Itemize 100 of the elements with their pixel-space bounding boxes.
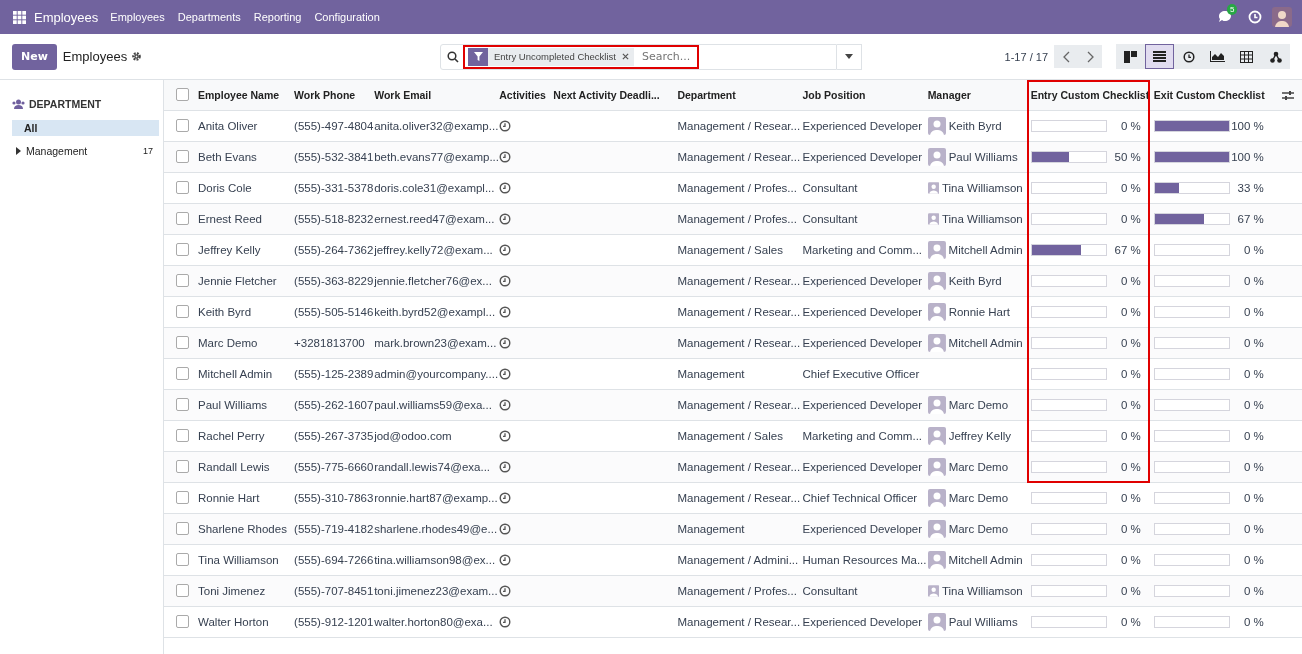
row-checkbox[interactable] <box>176 491 189 504</box>
clock-icon[interactable] <box>499 274 512 287</box>
job-position: Marketing and Comm... <box>802 429 923 442</box>
work-phone: (555)-532-3841 <box>294 150 374 163</box>
progress-value: 100 % <box>1230 150 1264 163</box>
menu-item[interactable]: Departments <box>177 11 241 23</box>
app-name[interactable]: Employees <box>34 9 99 25</box>
row-checkbox[interactable] <box>176 553 189 566</box>
work-phone: (555)-518-8232 <box>294 212 374 225</box>
row-checkbox[interactable] <box>176 522 189 535</box>
job-position: Experienced Developer <box>802 398 923 411</box>
job-position: Consultant <box>802 181 858 194</box>
clock-icon[interactable] <box>499 150 512 163</box>
clock-icon[interactable] <box>499 243 512 256</box>
apps-grid-icon[interactable] <box>13 10 26 24</box>
progress-value: 0 % <box>1119 615 1141 628</box>
department: Management / Resear... <box>677 491 801 504</box>
job-position: Experienced Developer <box>802 305 923 318</box>
work-email: toni.jimenez23@exam... <box>374 584 498 597</box>
avatar-icon <box>927 426 946 445</box>
menu-item[interactable]: Employees <box>110 11 165 23</box>
department: Management / Resear... <box>677 615 801 628</box>
row-checkbox[interactable] <box>176 212 189 225</box>
close-icon[interactable] <box>621 53 629 60</box>
menu-item[interactable]: Configuration <box>314 11 380 23</box>
clock-icon[interactable] <box>499 336 512 349</box>
table-grid-icon <box>1240 50 1253 63</box>
job-position: Human Resources Ma... <box>802 553 927 566</box>
avatar-icon <box>927 395 946 414</box>
department-item[interactable]: Management 17 <box>12 143 159 159</box>
chevron-right-icon <box>1086 50 1094 63</box>
chevron-left-icon <box>1062 50 1070 63</box>
clock-icon[interactable] <box>499 615 512 628</box>
employee-name: Ronnie Hart <box>198 491 260 504</box>
row-checkbox[interactable] <box>176 336 189 349</box>
row-checkbox[interactable] <box>176 150 189 163</box>
clock-icon[interactable] <box>499 119 512 132</box>
work-email: jod@odoo.com <box>374 429 452 442</box>
search-options-toggle[interactable] <box>837 43 862 70</box>
row-checkbox[interactable] <box>176 367 189 380</box>
progress-value: 0 % <box>1119 584 1141 597</box>
row-checkbox[interactable] <box>176 460 189 473</box>
sliders-icon[interactable] <box>1282 90 1294 101</box>
row-checkbox[interactable] <box>176 181 189 194</box>
avatar-icon <box>927 116 946 135</box>
employee-name: Paul Williams <box>198 398 268 411</box>
manager-name: Tina Williamson <box>941 181 1023 194</box>
clock-icon[interactable] <box>499 367 512 380</box>
department: Management / Resear... <box>677 305 801 318</box>
row-checkbox[interactable] <box>176 305 189 318</box>
clock-icon[interactable] <box>499 305 512 318</box>
clock-icon[interactable] <box>499 553 512 566</box>
clock-icon[interactable] <box>499 584 512 597</box>
clock-icon[interactable] <box>499 491 512 504</box>
manager-name: Mitchell Admin <box>948 243 1023 256</box>
pager-value[interactable]: 1-17 / 17 <box>1004 50 1048 63</box>
search-icon <box>447 50 459 63</box>
settings-icon[interactable] <box>131 51 143 62</box>
employee-name: Beth Evans <box>198 150 257 163</box>
department-item[interactable]: All <box>12 120 159 136</box>
clock-icon[interactable] <box>499 429 512 442</box>
view-switch-button[interactable] <box>1145 44 1174 69</box>
progress-value: 0 % <box>1119 553 1141 566</box>
row-checkbox[interactable] <box>176 584 189 597</box>
search-field[interactable]: Entry Uncompleted Checklist Search... <box>440 43 837 70</box>
menu-item[interactable]: Reporting <box>253 11 302 23</box>
employee-name: Toni Jimenez <box>198 584 266 597</box>
row-checkbox[interactable] <box>176 274 189 287</box>
manager-name: Marc Demo <box>948 460 1009 473</box>
job-position: Chief Executive Officer <box>802 367 920 380</box>
row-checkbox[interactable] <box>176 615 189 628</box>
progress-value: 0 % <box>1242 522 1264 535</box>
progress-value: 0 % <box>1119 398 1141 411</box>
work-phone: (555)-310-7863 <box>294 491 374 504</box>
select-all-checkbox[interactable] <box>176 88 189 102</box>
department: Management / Profes... <box>677 212 797 225</box>
department: Management <box>677 522 745 535</box>
work-phone: (555)-267-3735 <box>294 429 374 442</box>
user-avatar-icon[interactable] <box>1272 7 1292 27</box>
progress-value: 0 % <box>1119 336 1141 349</box>
progress-value: 0 % <box>1119 491 1141 504</box>
clock-icon[interactable] <box>499 460 512 473</box>
work-email: paul.williams59@exa... <box>374 398 492 411</box>
row-checkbox[interactable] <box>176 429 189 442</box>
work-email: admin@yourcompany.... <box>374 367 499 380</box>
chat-icon[interactable] <box>1218 10 1234 24</box>
clock-icon[interactable] <box>499 522 512 535</box>
new-button[interactable]: New <box>12 43 57 70</box>
clock-icon[interactable] <box>499 398 512 411</box>
row-checkbox[interactable] <box>176 119 189 132</box>
column-header[interactable]: Manager <box>927 88 971 101</box>
clock-icon[interactable] <box>499 181 512 194</box>
work-email: walter.horton80@exa... <box>374 615 493 628</box>
job-position: Consultant <box>802 584 858 597</box>
work-phone: (555)-497-4804 <box>294 119 374 132</box>
work-phone: (555)-912-1201 <box>294 615 374 628</box>
row-checkbox[interactable] <box>176 398 189 411</box>
column-header[interactable]: Work Email <box>374 88 432 101</box>
clock-icon[interactable] <box>499 212 512 225</box>
row-checkbox[interactable] <box>176 243 189 256</box>
